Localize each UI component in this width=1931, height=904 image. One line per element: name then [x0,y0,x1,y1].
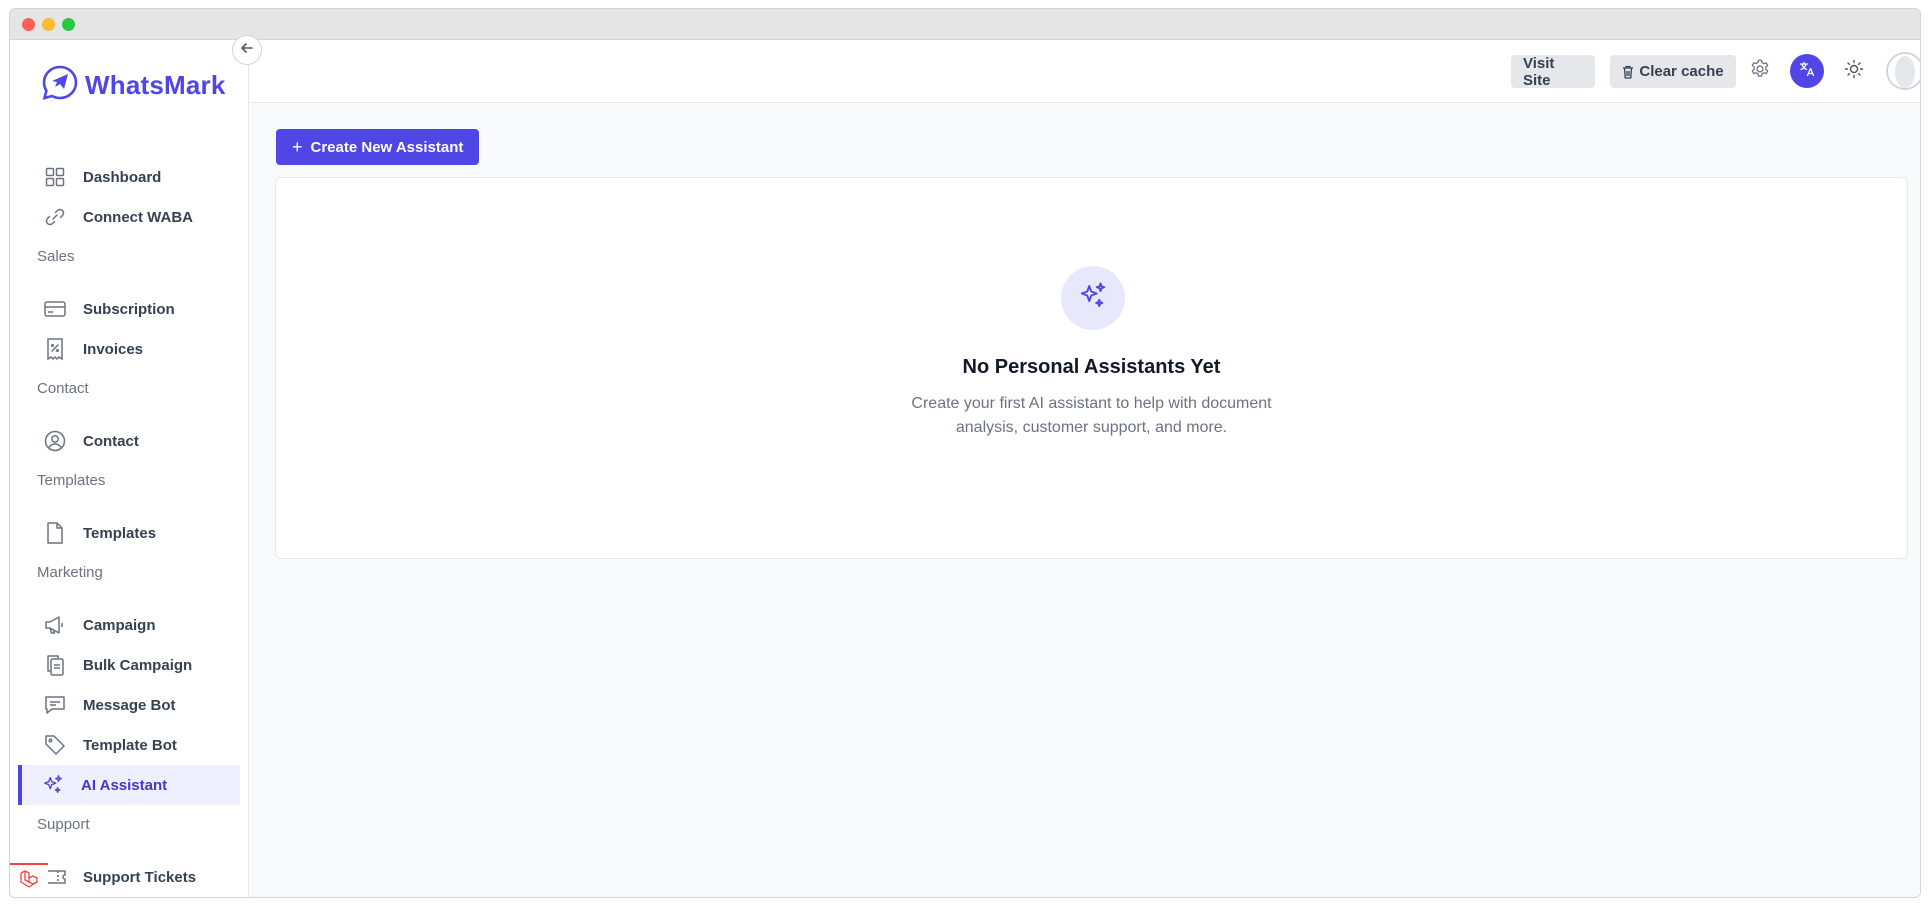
collapse-sidebar-button[interactable] [232,35,262,65]
sidebar-item-templates[interactable]: Templates [34,513,248,553]
empty-state-title: No Personal Assistants Yet [962,356,1221,378]
sidebar-item-campaign[interactable]: Campaign [34,605,248,645]
receipt-icon [44,338,66,360]
trash-icon [1622,65,1634,79]
user-circle-icon [44,430,66,452]
plus-icon: + [292,136,303,157]
sidebar: WhatsMark Dashboard Connect WABA Sales S… [10,40,249,897]
sidebar-item-bulk-campaign[interactable]: Bulk Campaign [34,645,248,685]
sidebar-item-label: Templates [83,524,157,542]
sidebar-item-label: Campaign [83,616,156,634]
sidebar-item-label: AI Assistant [81,776,168,794]
section-label-sales: Sales [37,248,75,265]
sidebar-item-label: Dashboard [83,168,162,186]
section-label-templates: Templates [37,472,106,489]
sidebar-item-label: Template Bot [83,736,177,754]
brand-logo[interactable]: WhatsMark [41,64,226,107]
sidebar-item-dashboard[interactable]: Dashboard [34,157,248,197]
sparkles-icon [1078,281,1108,316]
clipboard-copy-icon [44,654,66,676]
settings-button[interactable] [1745,56,1775,86]
user-avatar-icon [1886,52,1920,90]
top-navbar: Visit Site Clear cache [249,40,1920,103]
sun-icon [1844,59,1864,84]
laravel-icon [19,869,39,894]
sidebar-item-label: Subscription [83,300,175,318]
language-button[interactable] [1790,54,1824,88]
sidebar-item-contact[interactable]: Contact [34,421,248,461]
sidebar-item-label: Message Bot [83,696,176,714]
create-new-assistant-label: Create New Assistant [310,138,464,156]
grid-icon [44,166,66,188]
sidebar-item-subscription[interactable]: Subscription [34,289,248,329]
clear-cache-label: Clear cache [1639,63,1724,80]
sidebar-item-label: Contact [83,432,139,450]
minimize-window-button[interactable] [42,18,55,31]
tag-icon [44,734,66,756]
sidebar-item-ai-assistant[interactable]: AI Assistant [18,765,240,805]
sparkles-icon [42,774,64,796]
megaphone-icon [44,614,66,636]
credit-card-icon [44,298,66,320]
arrow-left-icon [240,41,254,60]
sidebar-item-invoices[interactable]: Invoices [34,329,248,369]
link-icon [44,206,66,228]
visit-site-button[interactable]: Visit Site [1511,54,1595,89]
empty-state-icon-container [1061,266,1125,330]
main-content: + Create New Assistant No Personal Assis… [249,103,1920,897]
sidebar-item-label: Support Tickets [83,868,197,886]
gear-icon [1749,58,1771,85]
create-new-assistant-button[interactable]: + Create New Assistant [276,129,480,165]
section-label-contact: Contact [37,380,89,397]
close-window-button[interactable] [22,18,35,31]
sidebar-item-connect-waba[interactable]: Connect WABA [34,197,248,237]
browser-window: WhatsMark Dashboard Connect WABA Sales S… [9,8,1921,898]
sidebar-item-label: Bulk Campaign [83,656,193,674]
debugbar-badge[interactable] [10,863,48,897]
sidebar-item-label: Invoices [83,340,144,358]
whatsmark-logo-icon [41,64,79,107]
window-titlebar [10,9,1920,40]
brand-name: WhatsMark [85,70,226,100]
document-icon [44,522,66,544]
clear-cache-button[interactable]: Clear cache [1610,55,1736,88]
sidebar-item-template-bot[interactable]: Template Bot [34,725,248,765]
sidebar-item-support-tickets[interactable]: Support Tickets [34,857,248,897]
sidebar-item-message-bot[interactable]: Message Bot [34,685,248,725]
visit-site-label: Visit Site [1523,54,1555,89]
section-label-support: Support [37,816,90,833]
user-avatar[interactable] [1886,52,1920,90]
empty-state-card: No Personal Assistants Yet Create your f… [275,177,1908,559]
translate-icon [1799,61,1815,82]
sidebar-item-label: Connect WABA [83,208,193,226]
theme-toggle-button[interactable] [1839,56,1869,86]
empty-state-description: Create your first AI assistant to help w… [911,395,1272,436]
chat-bubble-icon [44,694,66,716]
maximize-window-button[interactable] [62,18,75,31]
section-label-marketing: Marketing [37,564,103,581]
